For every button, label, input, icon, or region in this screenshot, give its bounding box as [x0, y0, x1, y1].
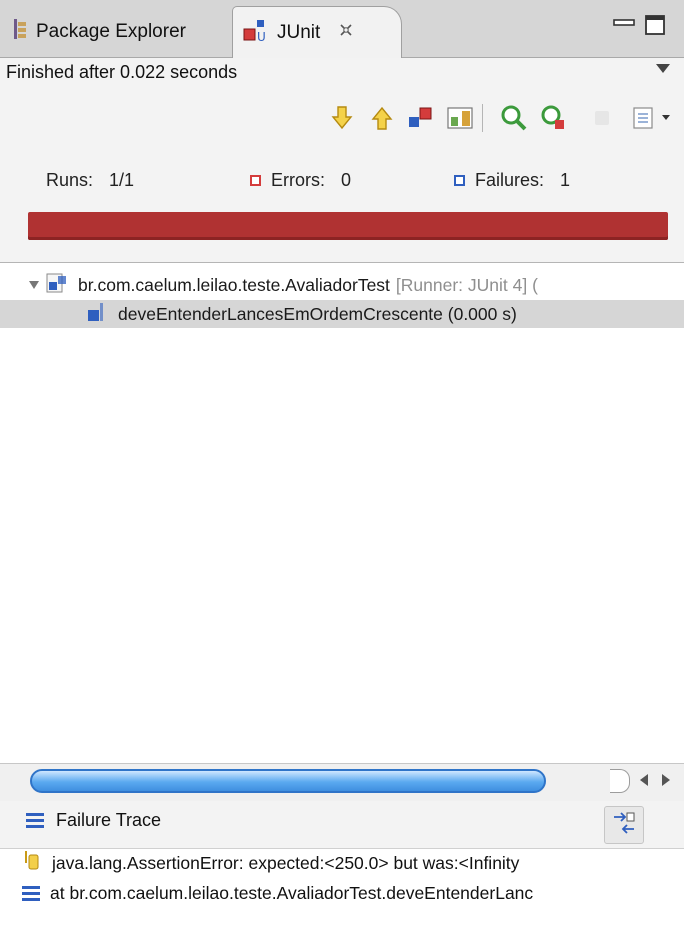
- suite-name: br.com.caelum.leilao.teste.AvaliadorTest: [78, 274, 390, 295]
- tab-package-explorer[interactable]: Package Explorer: [12, 12, 186, 52]
- test-tree: [0, 263, 684, 763]
- package-icon: [12, 18, 28, 46]
- tab-package-explorer-label: Package Explorer: [36, 21, 186, 42]
- failures-label: Failures:: [475, 170, 545, 190]
- tab-junit-label: JUnit: [277, 21, 321, 43]
- failures-filter-icon[interactable]: [406, 104, 434, 132]
- failure-marker-icon: [454, 175, 465, 186]
- scroll-left-icon[interactable]: [640, 774, 648, 786]
- runs-counter: Runs: 1/1: [46, 170, 134, 191]
- arrow-down-icon[interactable]: [328, 104, 356, 132]
- scroll-lock-icon[interactable]: [446, 104, 474, 132]
- junit-icon: U: [243, 17, 269, 49]
- trace-line-assertion[interactable]: java.lang.AssertionError: expected:<250.…: [22, 850, 519, 876]
- exception-icon: [22, 849, 42, 878]
- counter-panel: [0, 148, 684, 268]
- scrollbar-thumb[interactable]: [30, 769, 546, 793]
- arrow-up-icon[interactable]: [368, 104, 396, 132]
- stack-trace-icon: [26, 813, 44, 828]
- failure-trace-label: Failure Trace: [56, 810, 162, 830]
- suite-runner: [Runner: JUnit 4] (: [395, 274, 538, 295]
- trace-line-1: java.lang.AssertionError: expected:<250.…: [52, 852, 520, 873]
- chevron-down-icon[interactable]: [656, 64, 670, 73]
- rerun-icon[interactable]: [500, 104, 528, 132]
- trace-line-stack[interactable]: at br.com.caelum.leilao.teste.AvaliadorT…: [22, 880, 533, 906]
- stop-icon[interactable]: [588, 104, 616, 132]
- runs-value: 1/1: [109, 170, 135, 190]
- view-window-controls: [612, 14, 666, 41]
- test-name: deveEntenderLancesEmOrdemCrescente (0.00…: [118, 303, 517, 324]
- test-failure-icon: [86, 300, 110, 329]
- scroll-right-icon[interactable]: [662, 774, 670, 786]
- compare-button[interactable]: [604, 806, 644, 844]
- test-progress-bar: [28, 212, 668, 240]
- stack-frame-icon: [22, 885, 40, 901]
- history-icon[interactable]: [628, 104, 676, 132]
- test-suite-failure-icon: [46, 271, 72, 300]
- status-text: Finished after 0.022 seconds: [6, 62, 238, 82]
- svg-text:U: U: [257, 30, 266, 43]
- chevron-down-icon[interactable]: [28, 275, 40, 296]
- error-marker-icon: [250, 175, 261, 186]
- maximize-icon[interactable]: [644, 14, 666, 41]
- errors-counter: Errors: 0: [250, 170, 351, 191]
- close-icon[interactable]: [338, 22, 354, 44]
- trace-line-2: at br.com.caelum.leilao.teste.AvaliadorT…: [50, 882, 534, 903]
- failure-trace-title: Failure Trace: [26, 810, 161, 831]
- rerun-failed-icon[interactable]: [540, 104, 568, 132]
- scrollbar-track-end: [610, 769, 630, 793]
- errors-label: Errors:: [271, 170, 325, 190]
- compare-icon: [611, 810, 637, 841]
- tree-row-suite[interactable]: br.com.caelum.leilao.teste.AvaliadorTest…: [28, 272, 538, 298]
- errors-value: 0: [341, 170, 352, 190]
- tree-row-test[interactable]: deveEntenderLancesEmOrdemCrescente (0.00…: [86, 301, 517, 327]
- failures-counter: Failures: 1: [454, 170, 570, 191]
- failures-value: 1: [560, 170, 571, 190]
- tab-junit[interactable]: U JUnit: [232, 6, 402, 58]
- runs-label: Runs:: [46, 170, 94, 190]
- toolbar-separator: [482, 104, 483, 132]
- minimize-icon[interactable]: [612, 18, 636, 37]
